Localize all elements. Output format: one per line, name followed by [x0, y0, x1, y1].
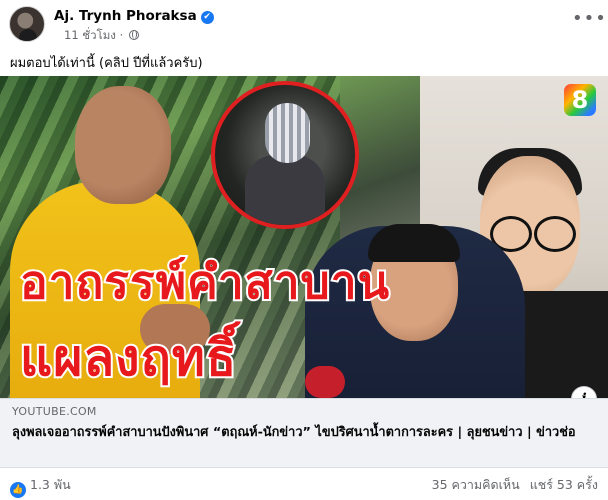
engagement-stats: 35 ความคิดเห็น แชร์ 53 ครั้ง: [432, 475, 598, 495]
post-caption: ผมตอบได้เท่านี้ (คลิป ปีที่แล้วครับ): [10, 56, 203, 71]
thumbnail-headline-line2: แผลงฤทธิ์: [18, 327, 238, 389]
link-preview[interactable]: YOUTUBE.COM ลุงพลเจออาถรรพ์คำสาบานปังพิน…: [0, 398, 608, 468]
inset-figure-head: [265, 103, 310, 163]
reactions-count[interactable]: 1.3 พัน: [30, 477, 71, 492]
more-options-button[interactable]: •••: [572, 10, 606, 32]
inset-figure-body: [245, 155, 325, 225]
post-time[interactable]: 11 ชั่วโมง: [64, 28, 116, 42]
author-name-label[interactable]: Aj. Trynh Phoraksa: [54, 8, 197, 24]
link-title[interactable]: ลุงพลเจออาถรรพ์คำสาบานปังพินาศ “ตฤณห์-นั…: [12, 424, 598, 442]
glasses-shape: [482, 216, 578, 252]
man-left-face: [75, 86, 171, 204]
author-avatar[interactable]: [9, 6, 45, 42]
post-meta: 11 ชั่วโมง ·: [64, 27, 139, 45]
microphone-shape: [305, 366, 345, 398]
reactions-summary[interactable]: 👍 1.3 พัน: [10, 475, 71, 498]
like-reaction-icon: 👍: [10, 482, 26, 498]
globe-icon: [128, 30, 139, 40]
thumbnail-headline-line1: อาถรรพ์คำสาบาน: [18, 253, 391, 311]
shares-count[interactable]: แชร์ 53 ครั้ง: [530, 477, 598, 492]
comments-count[interactable]: 35 ความคิดเห็น: [432, 477, 520, 492]
author-name[interactable]: Aj. Trynh Phoraksa ✔: [54, 8, 214, 24]
channel-8-logo-icon: 8: [564, 84, 596, 116]
video-thumbnail[interactable]: 8 อาถรรพ์คำสาบาน แผลงฤทธิ์: [0, 76, 608, 398]
post-header: Aj. Trynh Phoraksa ✔ 11 ชั่วโมง · •••: [0, 0, 608, 46]
link-domain: YOUTUBE.COM: [12, 405, 97, 418]
post-footer: 👍 1.3 พัน 35 ความคิดเห็น แชร์ 53 ครั้ง: [0, 468, 608, 500]
meta-separator: ·: [119, 28, 127, 42]
verified-badge-icon: ✔: [200, 11, 214, 24]
inset-circle-image: [211, 81, 359, 229]
